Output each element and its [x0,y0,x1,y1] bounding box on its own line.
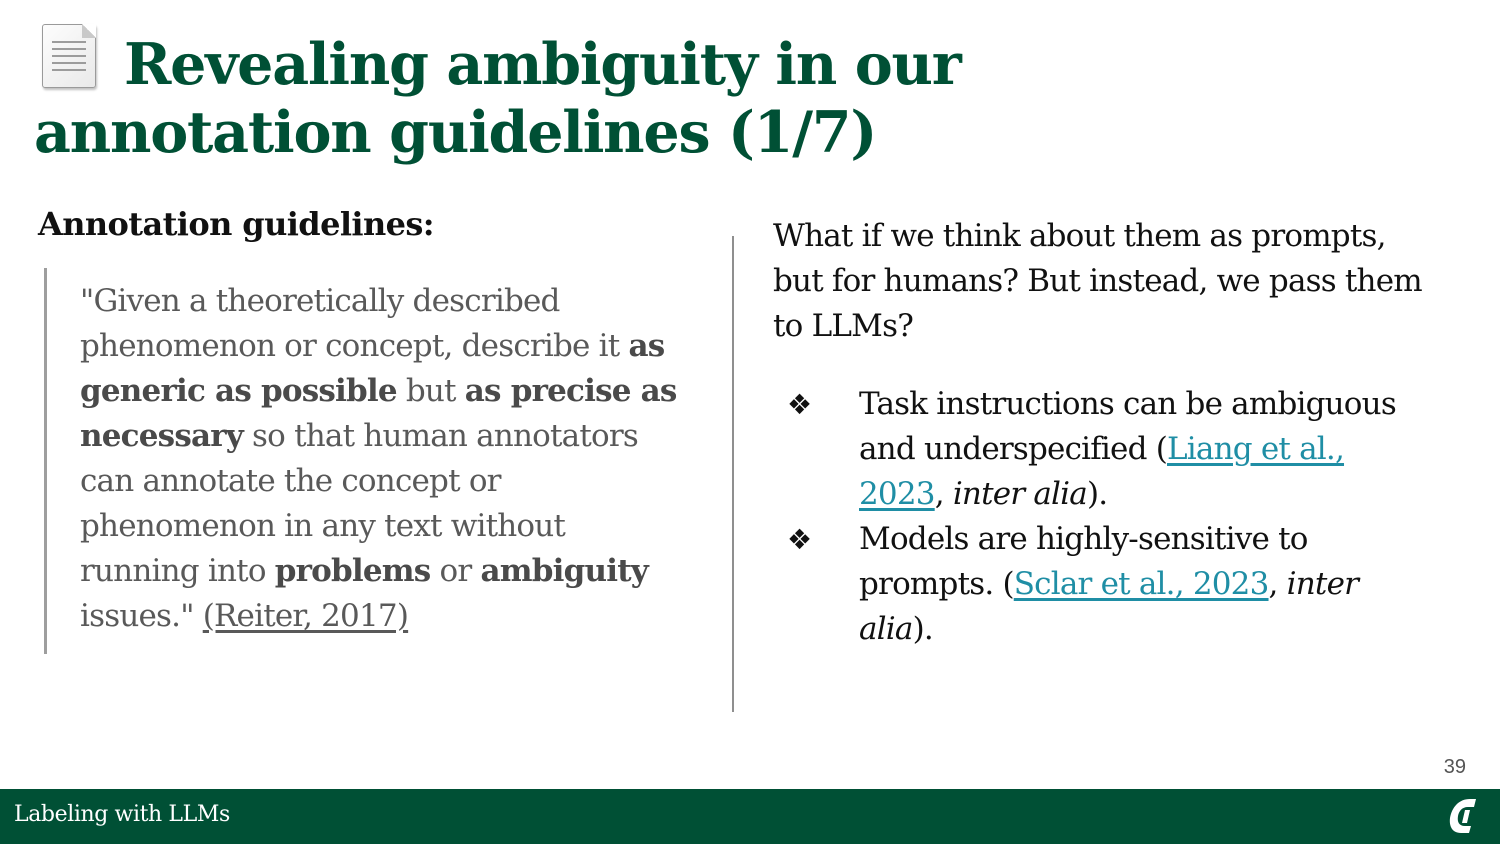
bullet-italic: inter alia [952,476,1088,512]
footer-text: Labeling with LLMs [14,802,230,827]
prompts-question: What if we think about them as prompts, … [773,218,1423,344]
quote-emphasis: problems [274,553,432,589]
quote-text: "Given a theoretically described phenome… [80,283,629,364]
university-c-logo-icon [1449,799,1476,833]
footer-bar: Labeling with LLMs [0,789,1500,844]
quote-text: or [430,553,481,589]
column-divider [732,236,734,712]
bullet-text: , [934,476,953,512]
quote-text: issues." [80,598,203,634]
bullet-text: , [1268,566,1287,602]
quote-bar [44,268,47,654]
bullet-list: ❖ Task instructions can be ambiguous and … [773,382,1413,652]
page-number: 39 [1443,756,1466,778]
slide-title-text: Revealing ambiguity in our annotation gu… [34,31,962,166]
annotation-guidelines-heading: Annotation guidelines: [38,205,435,243]
quote-text: but [396,373,465,409]
bullet-text: ). [1086,476,1108,512]
reiter-citation: (Reiter, 2017) [202,598,409,634]
bullet-item: ❖ Models are highly-sensitive to prompts.… [773,517,1413,652]
bullet-text: ). [912,611,934,647]
slide-title: Revealing ambiguity in our annotation gu… [34,24,1294,167]
sclar-citation-link[interactable]: Sclar et al., 2023 [1014,566,1270,602]
guidelines-quote: "Given a theoretically described phenome… [80,279,680,639]
page-document-icon [42,24,96,88]
bullet-item: ❖ Task instructions can be ambiguous and … [773,382,1413,517]
quote-emphasis: ambiguity [480,553,648,589]
four-diamond-bullet-icon: ❖ [787,388,812,421]
four-diamond-bullet-icon: ❖ [787,523,812,556]
